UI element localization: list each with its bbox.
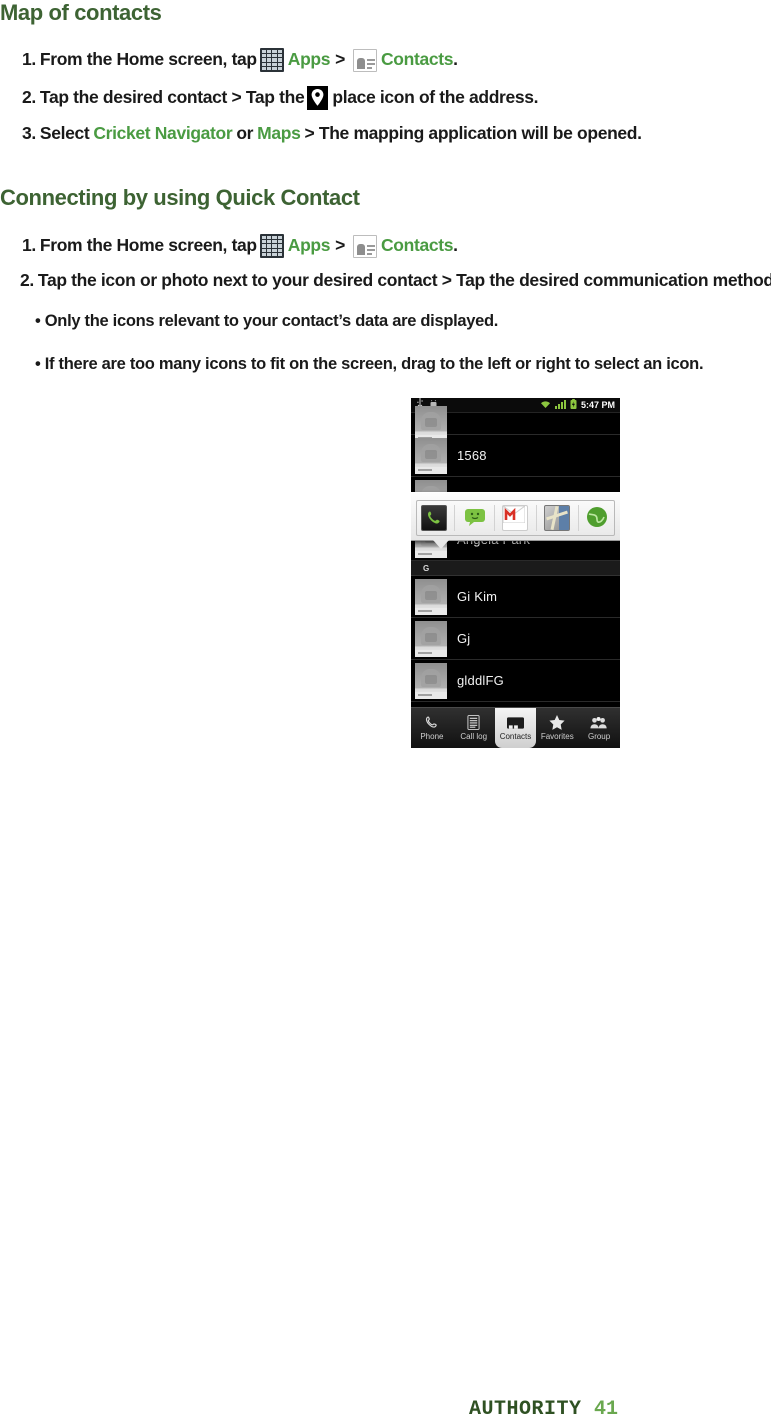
step-conjunction: or [236, 123, 254, 143]
step-text-tail: > The mapping application will be opened… [304, 123, 643, 143]
contact-name: glddlFG [457, 673, 504, 688]
contact-name: Gi Kim [457, 589, 498, 604]
wifi-icon [540, 398, 551, 414]
step-text: Select [39, 123, 90, 143]
tab-call-log[interactable]: Call log [453, 708, 495, 748]
step-text: Tap the desired contact > Tap the [39, 87, 305, 108]
step-number: 2. [22, 87, 36, 108]
list-item[interactable] [411, 405, 620, 442]
tab-contacts[interactable]: Contacts [494, 708, 537, 748]
phone-tab-bar: Phone Call log Contacts Favorites Group [411, 707, 620, 748]
step-period: . [453, 235, 458, 256]
contact-name: 1568 [457, 448, 487, 463]
step-number: 1. [22, 49, 36, 70]
step-number: 2. [20, 270, 34, 290]
avatar [415, 620, 447, 657]
step-text: From the Home screen, tap [39, 235, 257, 256]
apps-icon [259, 234, 284, 258]
step-1-quick: 1. From the Home screen, tap Apps > Cont… [22, 234, 458, 258]
maps-icon[interactable] [544, 505, 571, 531]
contacts-icon [353, 234, 378, 258]
step-2-map: 2. Tap the desired contact > Tap the pla… [22, 86, 539, 110]
tab-label: Contacts [499, 731, 532, 741]
status-time: 5:47 PM [580, 400, 615, 410]
page-number: 41 [593, 1398, 618, 1421]
tab-label: Phone [420, 732, 444, 741]
bullet-item-2: • If there are too many icons to fit on … [35, 355, 704, 373]
group-icon [590, 716, 607, 728]
quick-contact-bar [411, 492, 620, 549]
page-footer: AUTHORITY 41 [0, 1398, 771, 1421]
avatar [415, 578, 447, 615]
list-item[interactable]: glddlFG [411, 660, 620, 702]
star-icon [549, 715, 565, 730]
step-separator: > [335, 235, 346, 256]
contact-name: Gj [457, 631, 471, 646]
contacts-label: Contacts [381, 235, 454, 256]
avatar [415, 437, 447, 474]
message-icon[interactable] [463, 506, 487, 530]
quick-contact-pointer [433, 540, 449, 549]
page-title-map-of-contacts: Map of contacts [0, 0, 162, 25]
tab-label: Favorites [540, 732, 574, 741]
bullet-item-1: • Only the icons relevant to your contac… [35, 312, 499, 330]
step-text: From the Home screen, tap [39, 49, 257, 70]
apps-label: Apps [287, 235, 331, 256]
gmail-icon[interactable] [502, 505, 529, 531]
step-3-map: 3. Select Cricket Navigator or Maps > Th… [22, 123, 643, 143]
step-2-quick: 2. Tap the icon or photo next to your de… [20, 270, 771, 290]
tab-label: Call log [460, 732, 488, 741]
signal-icon [554, 398, 566, 414]
avatar [415, 405, 447, 442]
list-item[interactable]: 1568 [411, 435, 620, 477]
apps-icon [259, 48, 284, 72]
step-text: Tap the icon or photo next to your desir… [37, 270, 771, 290]
tab-label: Group [587, 731, 611, 741]
step-period: . [453, 49, 458, 70]
tab-group[interactable]: Group [578, 708, 620, 748]
list-item[interactable]: Gi Kim [411, 576, 620, 618]
step-1-map: 1. From the Home screen, tap Apps > Cont… [22, 48, 458, 72]
tab-favorites[interactable]: Favorites [536, 708, 578, 748]
contacts-icon [506, 716, 524, 729]
place-pin-icon [307, 86, 329, 110]
brand-logo: AUTHORITY [469, 1398, 582, 1421]
call-log-icon [467, 715, 480, 730]
phone-icon[interactable] [420, 505, 447, 531]
list-item[interactable]: Gj [411, 618, 620, 660]
maps-link: Maps [257, 123, 301, 143]
step-number: 1. [22, 235, 36, 256]
list-section-header: G [411, 561, 620, 576]
section-letter: G [423, 563, 430, 573]
tab-phone[interactable]: Phone [411, 708, 453, 748]
phone-handset-icon [426, 716, 438, 728]
step-number: 3. [22, 123, 36, 143]
avatar [415, 662, 447, 699]
step-separator: > [335, 49, 346, 70]
page-title-quick-contact: Connecting by using Quick Contact [0, 185, 360, 210]
cricket-navigator-link: Cricket Navigator [93, 123, 233, 143]
contacts-icon [353, 48, 378, 72]
browser-icon[interactable] [586, 506, 610, 530]
battery-icon [570, 398, 577, 414]
step-text-tail: place icon of the address. [332, 87, 539, 108]
manual-page: Map of contacts 1. From the Home screen,… [0, 0, 771, 1425]
contacts-label: Contacts [381, 49, 454, 70]
contact-list: 1568 Angela Park G G [411, 405, 620, 702]
apps-label: Apps [287, 49, 331, 70]
phone-screenshot-image: 5:47 PM 1568 G Gi Kim Gj glddlFG Phone C… [411, 398, 620, 748]
